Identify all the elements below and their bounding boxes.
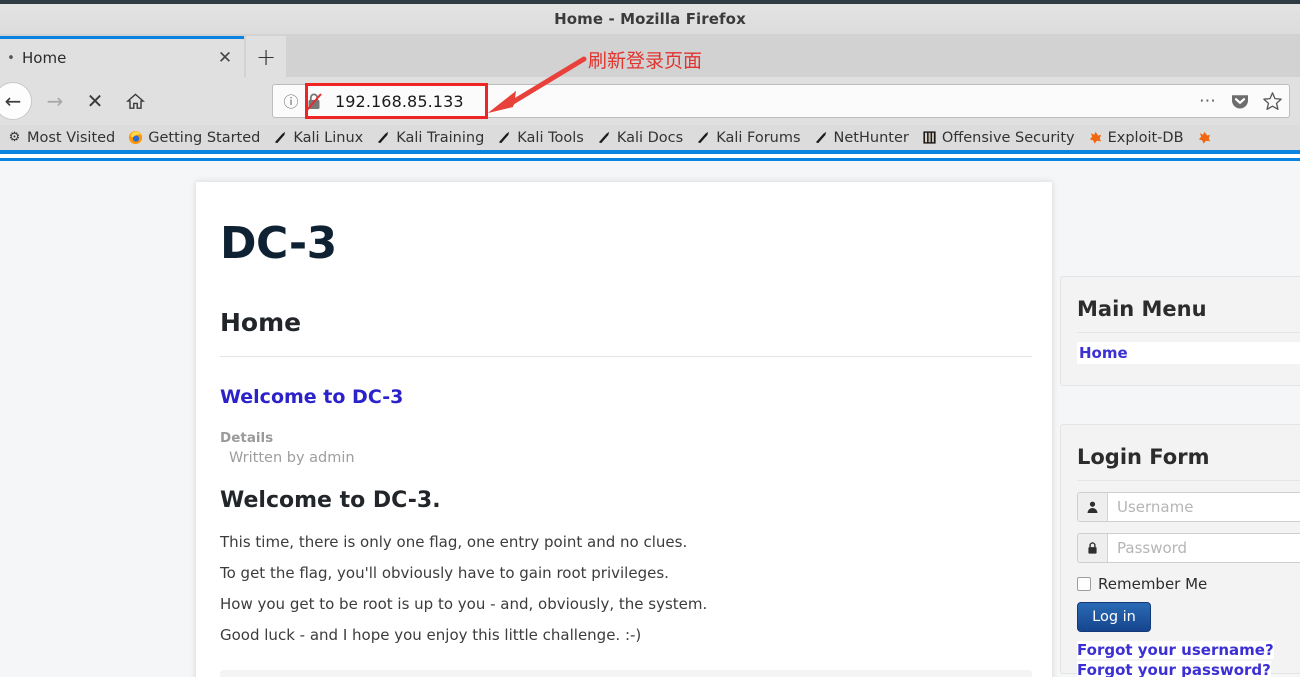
close-icon[interactable]: ✕ <box>210 43 240 73</box>
stop-x-icon[interactable]: ✕ <box>76 82 114 120</box>
page-viewport: DC-3 Home Welcome to DC-3 Details Writte… <box>0 158 1300 677</box>
dragon-icon <box>496 130 513 146</box>
username-placeholder[interactable]: Username <box>1108 493 1300 521</box>
bookmark-offensive-security[interactable]: Offensive Security <box>915 126 1081 150</box>
module-login-form: Login Form Username Password Remember Me… <box>1060 424 1300 677</box>
bookmark-kali-tools[interactable]: Kali Tools <box>490 126 590 150</box>
bookmark-label: NetHunter <box>833 129 909 146</box>
bookmark-label: Kali Forums <box>716 129 801 146</box>
module-title: Login Form <box>1077 445 1210 469</box>
site-title: DC-3 <box>220 218 337 269</box>
article-paragraph: Good luck - and I hope you enjoy this li… <box>220 626 642 644</box>
exploitdb-icon <box>1196 130 1213 146</box>
sidebar-item-home[interactable]: Home <box>1077 342 1300 364</box>
page-loading-bar <box>0 158 1300 161</box>
bookmark-label: Kali Linux <box>293 129 364 146</box>
dragon-icon <box>695 130 712 146</box>
bookmark-most-visited[interactable]: ⚙ Most Visited <box>0 126 121 150</box>
bookmark-label: Kali Docs <box>616 129 684 146</box>
article-paragraph: How you get to be root is up to you - an… <box>220 595 708 613</box>
article-paragraph: This time, there is only one flag, one e… <box>220 533 688 551</box>
bookmark-getting-started[interactable]: Getting Started <box>121 126 266 150</box>
lock-icon <box>1078 534 1108 562</box>
dragon-icon <box>272 130 289 146</box>
article-title-link[interactable]: Welcome to DC-3 <box>220 386 403 408</box>
annotation-arrow-icon <box>488 56 587 113</box>
article-paragraph: To get the flag, you'll obviously have t… <box>220 564 669 582</box>
dragon-icon <box>375 130 392 146</box>
bookmark-nethunter[interactable]: NetHunter <box>807 126 915 150</box>
bookmarks-toolbar: ⚙ Most Visited Getting Started Kali Linu… <box>0 125 1300 154</box>
plus-icon[interactable]: + <box>246 36 286 77</box>
password-field[interactable]: Password <box>1077 533 1300 563</box>
ellipsis-icon[interactable]: ⋯ <box>1191 91 1225 111</box>
window-title-bar: Home - Mozilla Firefox <box>0 0 1300 34</box>
bookmark-label: Getting Started <box>148 129 261 146</box>
bookmark-kali-training[interactable]: Kali Training <box>369 126 490 150</box>
bookmark-label: Most Visited <box>27 129 116 146</box>
url-bar[interactable]: ⓘ 192.168.85.133 ⋯ <box>272 84 1290 118</box>
bookmark-label: Exploit-DB <box>1107 129 1184 146</box>
module-divider <box>1077 480 1300 481</box>
firefox-icon <box>127 130 144 146</box>
arrow-right-icon: → <box>46 89 64 113</box>
remember-me-checkbox[interactable] <box>1077 577 1091 591</box>
bookmark-label: Kali Tools <box>517 129 584 146</box>
module-divider <box>1077 332 1300 333</box>
breadcrumb: You are here: Home <box>220 670 1032 677</box>
password-placeholder[interactable]: Password <box>1108 534 1300 562</box>
tab-home[interactable]: • Home ✕ <box>0 36 244 77</box>
url-text[interactable]: 192.168.85.133 <box>325 92 1191 111</box>
annotation-text: 刷新登录页面 <box>588 50 703 72</box>
username-field[interactable]: Username <box>1077 492 1300 522</box>
remember-me-row[interactable]: Remember Me <box>1077 575 1300 593</box>
heading-divider <box>220 356 1032 357</box>
home-icon[interactable] <box>116 82 154 120</box>
module-title: Main Menu <box>1077 297 1207 321</box>
tab-label: Home <box>22 49 67 67</box>
article-author: Written by admin <box>229 450 355 466</box>
content-card: DC-3 Home Welcome to DC-3 Details Writte… <box>196 182 1052 677</box>
bookmark-label: Offensive Security <box>941 129 1075 146</box>
arrow-left-icon[interactable]: ← <box>0 82 32 120</box>
login-button[interactable]: Log in <box>1077 602 1151 632</box>
bookmark-kali-forums[interactable]: Kali Forums <box>689 126 806 150</box>
window-title: Home - Mozilla Firefox <box>554 10 746 28</box>
forgot-password-link[interactable]: Forgot your password? <box>1077 661 1271 677</box>
home-glyph <box>125 92 145 109</box>
dragon-icon <box>596 130 613 146</box>
details-label: Details <box>220 430 274 446</box>
user-icon <box>1078 493 1108 521</box>
bookmark-kali-linux[interactable]: Kali Linux <box>266 126 369 150</box>
page-title: Home <box>220 308 302 337</box>
remember-me-label: Remember Me <box>1098 575 1208 593</box>
pocket-icon[interactable] <box>1225 91 1255 111</box>
bookmark-exploit-db[interactable]: Exploit-DB <box>1081 126 1190 150</box>
bullet-dot-icon: • <box>7 50 15 66</box>
star-icon[interactable] <box>1255 91 1289 112</box>
exploitdb-icon <box>1087 130 1104 146</box>
gear-icon: ⚙ <box>8 130 21 145</box>
bookmark-kali-docs[interactable]: Kali Docs <box>590 126 689 150</box>
offsec-icon <box>921 130 938 146</box>
bookmark-overflow-icon[interactable] <box>1190 126 1223 150</box>
lock-broken-icon[interactable] <box>305 90 325 112</box>
info-circle-icon[interactable]: ⓘ <box>279 91 303 112</box>
module-main-menu: Main Menu Home <box>1060 276 1300 386</box>
dragon-icon <box>813 130 830 146</box>
article-heading: Welcome to DC-3. <box>220 488 441 513</box>
bookmark-label: Kali Training <box>396 129 485 146</box>
forgot-username-link[interactable]: Forgot your username? <box>1077 641 1274 659</box>
